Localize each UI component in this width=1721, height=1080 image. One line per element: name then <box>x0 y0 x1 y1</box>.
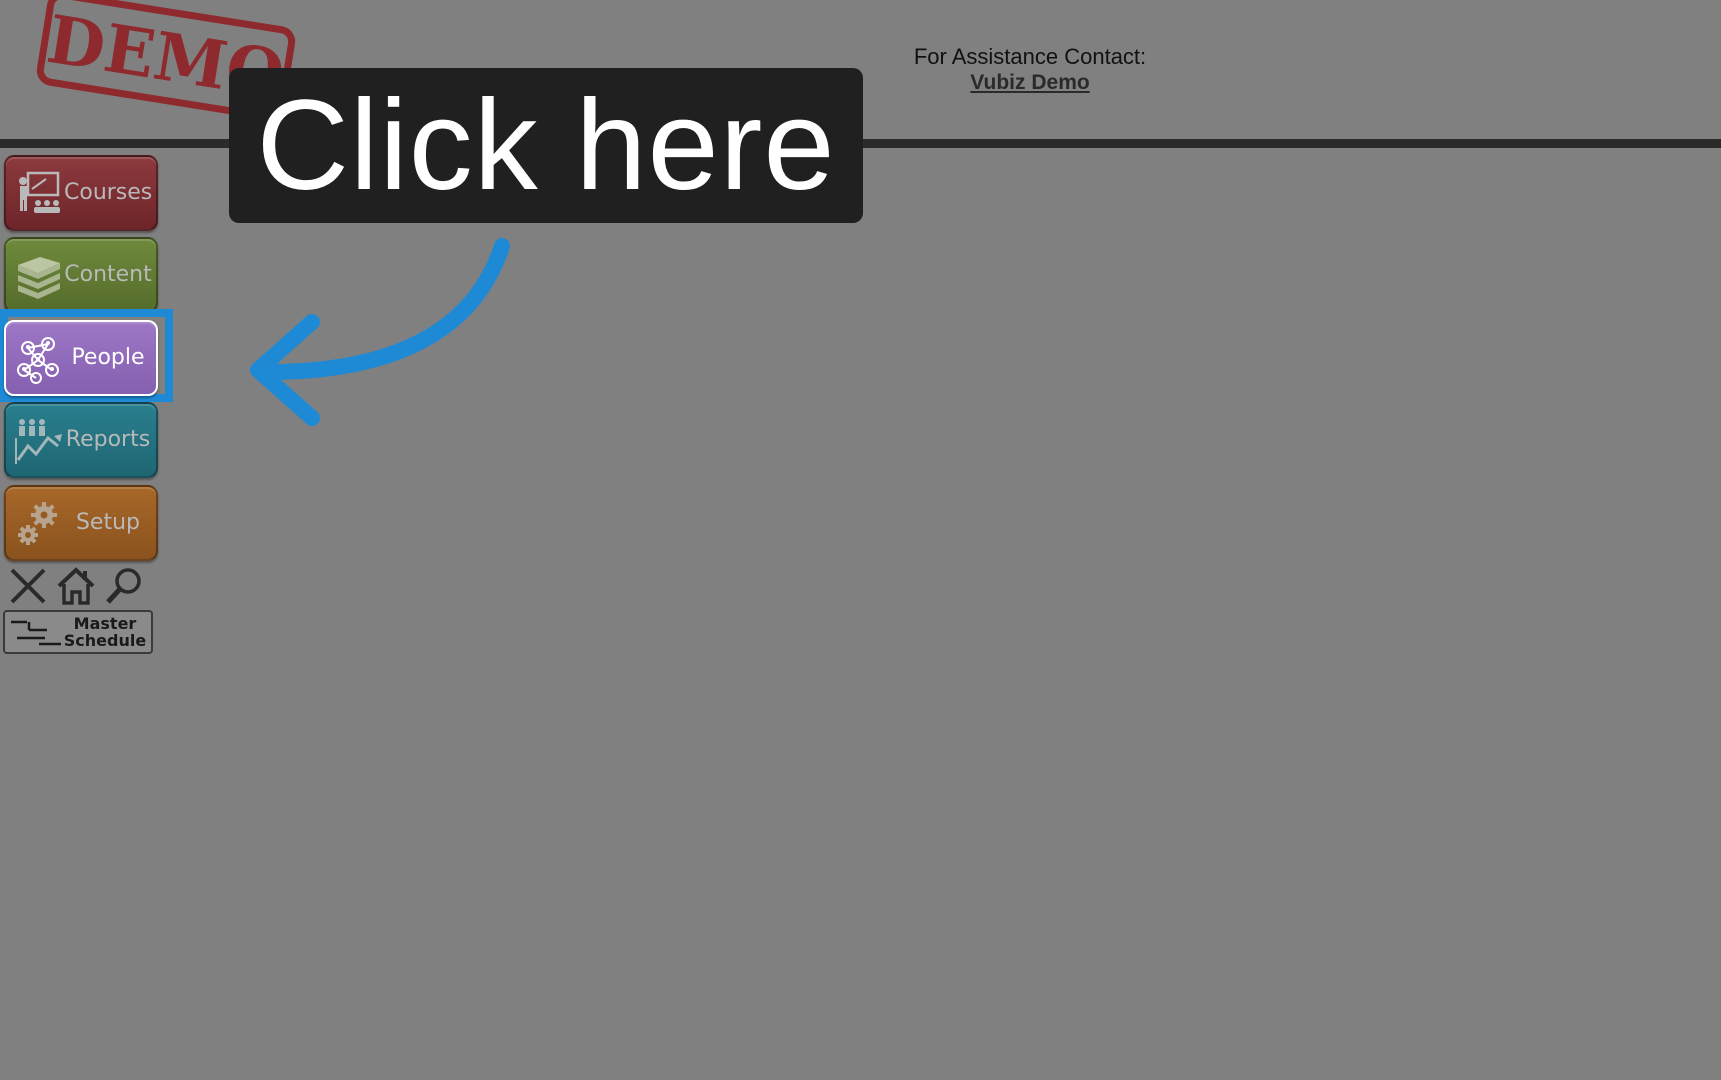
master-schedule-button[interactable]: Master Schedule <box>3 610 153 654</box>
network-people-icon <box>17 337 59 384</box>
nav-label-content: Content <box>64 262 152 287</box>
search-icon[interactable] <box>104 566 144 606</box>
nav-button-setup[interactable]: Setup <box>4 485 158 561</box>
nav-button-content[interactable]: Content <box>4 237 158 313</box>
assistance-contact: For Assistance Contact: Vubiz Demo <box>880 44 1180 96</box>
master-schedule-label: Master Schedule <box>63 615 147 649</box>
gears-icon <box>18 502 57 545</box>
nav-button-reports[interactable]: Reports <box>4 402 158 478</box>
page: DEMO For Assistance Contact: Vubiz Demo … <box>0 0 1721 1080</box>
contact-link[interactable]: Vubiz Demo <box>970 70 1089 96</box>
nav-label-setup: Setup <box>75 510 141 535</box>
book-stack-icon <box>18 257 60 299</box>
chart-people-icon <box>15 419 62 464</box>
contact-label: For Assistance Contact: <box>913 44 1147 69</box>
nav-button-people[interactable]: People <box>4 320 158 396</box>
close-icon[interactable] <box>8 566 48 606</box>
gantt-icon <box>11 620 61 646</box>
click-here-callout: Click here <box>229 68 863 223</box>
nav-button-courses[interactable]: Courses <box>4 155 158 231</box>
nav-label-people: People <box>71 345 145 370</box>
nav-label-reports: Reports <box>65 427 151 452</box>
master-schedule-line2: Schedule <box>63 631 147 650</box>
home-icon[interactable] <box>56 566 96 606</box>
curved-arrow-icon <box>250 238 510 426</box>
presenter-icon <box>19 171 60 213</box>
nav-label-courses: Courses <box>64 180 153 205</box>
